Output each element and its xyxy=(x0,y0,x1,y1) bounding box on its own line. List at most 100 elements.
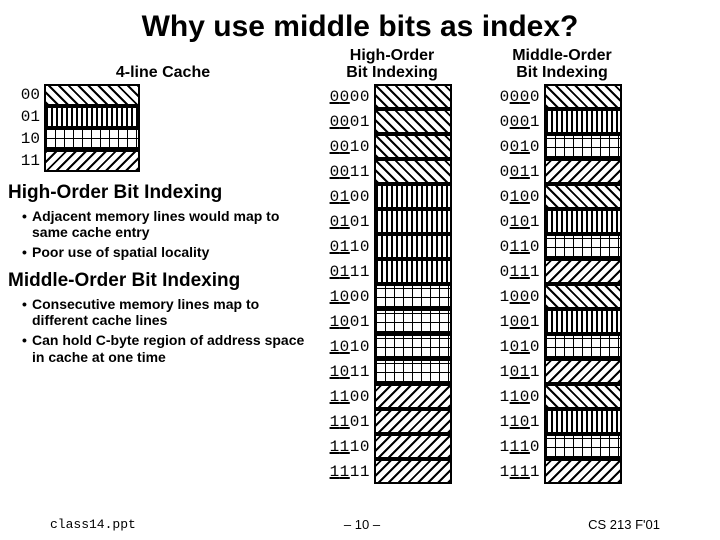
memory-row: 0111 xyxy=(322,259,452,284)
memory-address-label: 0001 xyxy=(492,113,544,131)
memory-address-label: 0101 xyxy=(492,213,544,231)
slide-title: Why use middle bits as index? xyxy=(0,0,720,46)
pattern-swatch xyxy=(374,309,452,334)
memory-address-label: 0100 xyxy=(492,188,544,206)
pattern-swatch xyxy=(544,459,622,484)
memory-address-label: 1001 xyxy=(492,313,544,331)
pattern-swatch xyxy=(544,284,622,309)
memory-address-label: 0000 xyxy=(492,88,544,106)
memory-row: 0001 xyxy=(322,109,452,134)
bullet-list: Adjacent memory lines would map to same … xyxy=(16,208,310,260)
memory-address-label: 1011 xyxy=(322,363,374,381)
pattern-swatch xyxy=(374,159,452,184)
memory-address-label: 1111 xyxy=(492,463,544,481)
mid-rows: 0000 0001 0010 0011 0100 0101 0110 0111 1000 1001… xyxy=(492,84,622,484)
footer-page: – 10 – xyxy=(344,517,380,532)
cache-row-label: 00 xyxy=(16,86,44,104)
memory-row: 1001 xyxy=(492,309,622,334)
footer-course: CS 213 F'01 xyxy=(588,517,660,532)
memory-address-label: 0110 xyxy=(492,238,544,256)
memory-address-label: 0111 xyxy=(492,263,544,281)
memory-address-label: 0000 xyxy=(322,88,374,106)
pattern-swatch xyxy=(44,128,140,150)
memory-address-label: 1101 xyxy=(322,413,374,431)
cache-row-label: 10 xyxy=(16,130,44,148)
footer-file: class14.ppt xyxy=(50,517,136,532)
cache-row-label: 11 xyxy=(16,152,44,170)
memory-address-label: 1000 xyxy=(322,288,374,306)
bullet-list: Consecutive memory lines map to differen… xyxy=(16,296,310,364)
memory-address-label: 1110 xyxy=(492,438,544,456)
pattern-swatch xyxy=(374,109,452,134)
pattern-swatch xyxy=(374,259,452,284)
memory-row: 1110 xyxy=(322,434,452,459)
pattern-swatch xyxy=(374,334,452,359)
memory-row: 1101 xyxy=(492,409,622,434)
pattern-swatch xyxy=(544,434,622,459)
memory-row: 1011 xyxy=(492,359,622,384)
pattern-swatch xyxy=(544,84,622,109)
pattern-swatch xyxy=(374,209,452,234)
memory-row: 1000 xyxy=(322,284,452,309)
pattern-swatch xyxy=(544,134,622,159)
mid-header-1: Middle-Order xyxy=(492,47,632,65)
pattern-swatch xyxy=(374,234,452,259)
slide-body: 4-line Cache 00011011 High-Order Bit Ind… xyxy=(0,46,720,484)
pattern-swatch xyxy=(374,434,452,459)
pattern-swatch xyxy=(544,334,622,359)
pattern-swatch xyxy=(544,109,622,134)
pattern-swatch xyxy=(374,384,452,409)
pattern-swatch xyxy=(544,184,622,209)
memory-address-label: 0011 xyxy=(322,163,374,181)
memory-row: 1111 xyxy=(322,459,452,484)
memory-address-label: 0010 xyxy=(492,138,544,156)
memory-row: 0101 xyxy=(492,209,622,234)
bullet-item: Adjacent memory lines would map to same … xyxy=(22,208,310,240)
cache-row: 11 xyxy=(16,150,310,172)
memory-row: 0101 xyxy=(322,209,452,234)
memory-address-label: 0110 xyxy=(322,238,374,256)
memory-row: 0100 xyxy=(492,184,622,209)
pattern-swatch xyxy=(374,134,452,159)
memory-row: 1000 xyxy=(492,284,622,309)
pattern-swatch xyxy=(544,309,622,334)
memory-row: 1110 xyxy=(492,434,622,459)
high-header-2: Bit Indexing xyxy=(322,64,462,82)
memory-address-label: 0100 xyxy=(322,188,374,206)
high-rows: 0000 0001 0010 0011 0100 0101 0110 0111 1000 1001… xyxy=(322,84,452,484)
memory-row: 0000 xyxy=(492,84,622,109)
cache-row: 00 xyxy=(16,84,310,106)
memory-address-label: 0101 xyxy=(322,213,374,231)
memory-row: 0010 xyxy=(322,134,452,159)
memory-address-label: 0001 xyxy=(322,113,374,131)
memory-row: 0011 xyxy=(492,159,622,184)
pattern-swatch xyxy=(374,184,452,209)
middle-order-column: Middle-Order Bit Indexing 00000001001000… xyxy=(492,46,632,484)
memory-address-label: 1010 xyxy=(322,338,374,356)
memory-row: 1010 xyxy=(492,334,622,359)
high-header-1: High-Order xyxy=(322,47,462,65)
memory-row: 0001 xyxy=(492,109,622,134)
memory-row: 0110 xyxy=(322,234,452,259)
memory-address-label: 1001 xyxy=(322,313,374,331)
pattern-swatch xyxy=(544,359,622,384)
memory-row: 1011 xyxy=(322,359,452,384)
pattern-swatch xyxy=(374,359,452,384)
cache-block: 00011011 xyxy=(16,84,310,172)
bullet-item: Consecutive memory lines map to differen… xyxy=(22,296,310,328)
memory-row: 0110 xyxy=(492,234,622,259)
memory-address-label: 1101 xyxy=(492,413,544,431)
mid-header: Middle-Order Bit Indexing xyxy=(492,46,632,84)
memory-address-label: 0111 xyxy=(322,263,374,281)
cache-header: 4-line Cache xyxy=(16,46,310,84)
memory-row: 0100 xyxy=(322,184,452,209)
cache-row: 10 xyxy=(16,128,310,150)
memory-row: 0000 xyxy=(322,84,452,109)
memory-address-label: 1100 xyxy=(492,388,544,406)
pattern-swatch xyxy=(544,209,622,234)
mid-header-2: Bit Indexing xyxy=(492,64,632,82)
memory-address-label: 1110 xyxy=(322,438,374,456)
pattern-swatch xyxy=(374,459,452,484)
pattern-swatch xyxy=(374,284,452,309)
memory-row: 1010 xyxy=(322,334,452,359)
